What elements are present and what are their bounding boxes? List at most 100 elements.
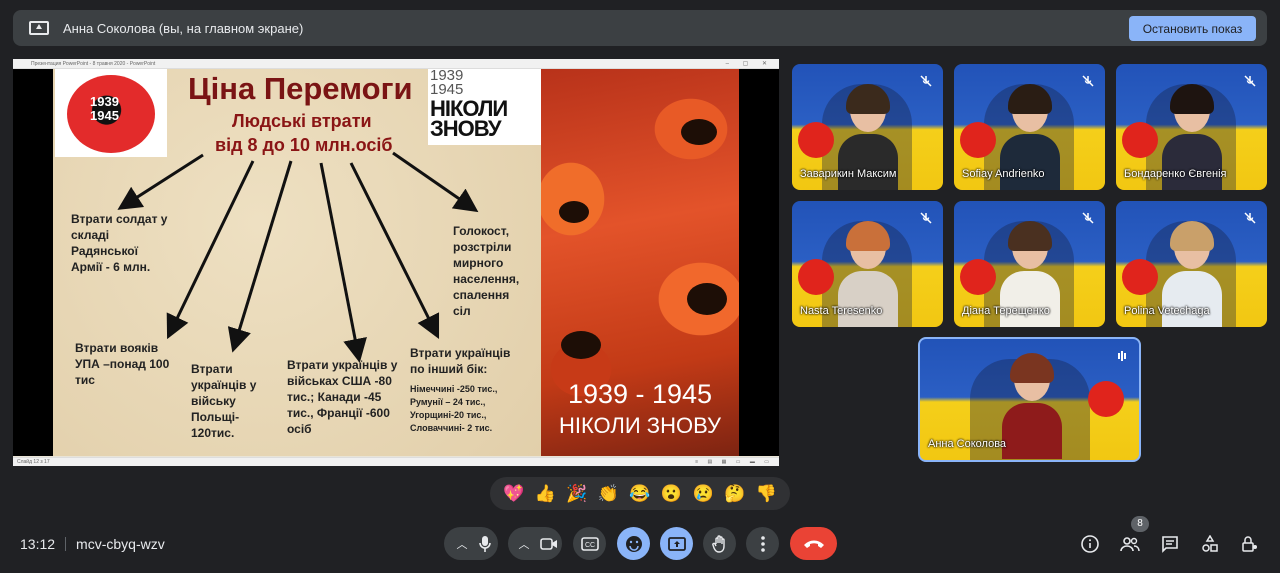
poppy-background-icon — [1122, 122, 1158, 158]
usa-losses-text: Втрати українців у військах США -80 тис.;… — [287, 358, 398, 436]
reactions-bar: 💖 👍 🎉 👏 😂 😮 😢 🤔 👎 — [490, 477, 790, 510]
activities-button[interactable] — [1199, 532, 1221, 556]
chevron-up-icon[interactable]: ︿ — [457, 536, 468, 552]
poppy-center-icon — [561, 331, 601, 359]
more-options-button[interactable] — [746, 527, 779, 560]
info-icon[interactable] — [1081, 535, 1099, 553]
poppy-center-icon — [687, 283, 727, 315]
poppy-background-icon — [960, 122, 996, 158]
presenting-title: Анна Соколова (вы, на главном экране) — [63, 20, 304, 36]
slide-counter: Слайд 12 з 17 — [17, 459, 50, 465]
clap-reaction-icon[interactable]: 👏 — [598, 484, 619, 504]
thinking-reaction-icon[interactable]: 🤔 — [724, 484, 745, 504]
mic-off-icon — [1244, 75, 1256, 87]
participant-name: Бондаренко Євгенія — [1124, 168, 1227, 180]
participant-tile[interactable]: Діана Терещенко — [954, 201, 1105, 327]
people-icon[interactable] — [1120, 536, 1140, 552]
poppy-years-text: 1939 - 1945 — [567, 379, 713, 409]
window-controls-icon: – ▢ ✕ — [725, 61, 773, 67]
shared-screen: Презентация PowerPoint - 8 травня 2020 -… — [13, 59, 779, 466]
meeting-info: 13:12 mcv-cbyq-wzv — [20, 536, 165, 552]
participant-tile[interactable]: Заварикин Максим — [792, 64, 943, 190]
chat-icon[interactable] — [1161, 535, 1179, 553]
poppy-background-icon — [1088, 381, 1124, 417]
mic-off-icon — [1082, 75, 1094, 87]
poppy-never-again-text: НІКОЛИ ЗНОВУ — [558, 413, 721, 438]
upa-losses-text: Втрати вояків УПА –понад 100 тис — [75, 341, 170, 387]
present-now-button[interactable] — [660, 527, 693, 560]
chevron-up-icon[interactable]: ︿ — [519, 536, 530, 552]
participant-tile[interactable]: Бондаренко Євгенія — [1116, 64, 1267, 190]
participant-name: Polina Vetechaga — [1124, 305, 1210, 317]
people-count-badge: 8 — [1131, 516, 1149, 532]
captions-button[interactable]: CC — [573, 527, 606, 560]
hang-up-icon[interactable] — [803, 539, 825, 549]
powerpoint-statusbar: Слайд 12 з 17 ≡ ▤ ▦ ▭ ▬ ▭ — [13, 457, 779, 466]
camera-control[interactable]: ︿ — [508, 527, 562, 560]
surprised-reaction-icon[interactable]: 😮 — [661, 484, 682, 504]
thumbs-down-reaction-icon[interactable]: 👎 — [756, 484, 777, 504]
party-reaction-icon[interactable]: 🎉 — [566, 484, 587, 504]
host-controls-button[interactable] — [1239, 532, 1261, 556]
presenter-name: Анна Соколова — [928, 438, 1007, 450]
chat-button[interactable] — [1159, 532, 1181, 556]
meeting-code: mcv-cbyq-wzv — [76, 536, 165, 552]
meeting-time: 13:12 — [20, 536, 56, 552]
view-controls-icon[interactable]: ≡ ▤ ▦ ▭ ▬ ▭ — [695, 458, 773, 466]
speaking-indicator-icon — [1118, 351, 1126, 361]
participant-name: Sofiay Andrienko — [962, 168, 1045, 180]
poppy-background-icon — [798, 259, 834, 295]
presenter-tile[interactable]: Анна Соколова — [918, 337, 1141, 462]
presentation-slide: 1939 1945 Ціна Перемоги Людські втрати в… — [53, 69, 739, 456]
present-screen-icon — [29, 21, 49, 35]
other-side-losses-text: Втрати українців по інший бік: — [410, 346, 511, 376]
soldiers-losses-text: Втрати солдат у складі Радянської Армії - … — [71, 212, 168, 274]
activities-icon[interactable] — [1201, 535, 1219, 553]
microphone-icon[interactable] — [478, 535, 492, 553]
participant-name: Nasta Teresenko — [800, 305, 883, 317]
letterbox-left — [13, 69, 53, 456]
svg-text:CC: CC — [585, 542, 595, 549]
powerpoint-titlebar: Презентация PowerPoint - 8 травня 2020 -… — [13, 59, 779, 69]
mic-off-icon — [1082, 212, 1094, 224]
people-button[interactable] — [1119, 532, 1141, 556]
emoji-reactions-button[interactable] — [617, 527, 650, 560]
presenting-banner: Анна Соколова (вы, на главном экране) Ос… — [13, 10, 1267, 46]
meeting-details-button[interactable] — [1079, 532, 1101, 556]
powerpoint-window-title: Презентация PowerPoint - 8 травня 2020 -… — [31, 61, 156, 67]
heart-reaction-icon[interactable]: 💖 — [503, 484, 524, 504]
leave-call-button[interactable] — [790, 527, 837, 560]
laugh-reaction-icon[interactable]: 😂 — [629, 484, 650, 504]
participant-tile[interactable]: Polina Vetechaga — [1116, 201, 1267, 327]
hand-icon[interactable] — [711, 534, 728, 553]
poppy-background-icon — [798, 122, 834, 158]
poppy-background-icon — [1122, 259, 1158, 295]
other-side-list: Німеччині -250 тис., Румунії – 24 тис., У… — [410, 384, 498, 433]
thumbs-up-reaction-icon[interactable]: 👍 — [535, 484, 556, 504]
mic-off-icon — [1244, 212, 1256, 224]
present-screen-icon[interactable] — [667, 536, 686, 551]
presenter-video — [1002, 353, 1062, 459]
poland-losses-text: Втрати українців у війську Польщі- 120тис. — [191, 362, 257, 440]
poppy-background-icon — [960, 259, 996, 295]
holocaust-text: Голокост, розстріли мирного населення, спа… — [453, 224, 520, 318]
more-vert-icon[interactable] — [760, 535, 765, 552]
participant-tile[interactable]: Sofiay Andrienko — [954, 64, 1105, 190]
stop-presenting-button[interactable]: Остановить показ — [1129, 16, 1256, 41]
participant-name: Діана Терещенко — [962, 305, 1050, 317]
mic-off-icon — [920, 75, 932, 87]
raise-hand-button[interactable] — [703, 527, 736, 560]
participant-tile[interactable]: Nasta Teresenko — [792, 201, 943, 327]
camera-icon[interactable] — [539, 537, 558, 551]
participant-name: Заварикин Максим — [800, 168, 897, 180]
poppy-center-icon — [681, 119, 717, 145]
poppy-center-icon — [559, 201, 589, 223]
letterbox-right — [739, 69, 779, 456]
sad-reaction-icon[interactable]: 😢 — [692, 484, 713, 504]
mic-off-icon — [920, 212, 932, 224]
microphone-control[interactable]: ︿ — [444, 527, 498, 560]
lock-person-icon[interactable] — [1241, 535, 1259, 553]
smiley-icon[interactable] — [625, 535, 643, 553]
poppy-image: 1939 - 1945 НІКОЛИ ЗНОВУ — [541, 69, 739, 456]
captions-icon[interactable]: CC — [580, 536, 599, 551]
